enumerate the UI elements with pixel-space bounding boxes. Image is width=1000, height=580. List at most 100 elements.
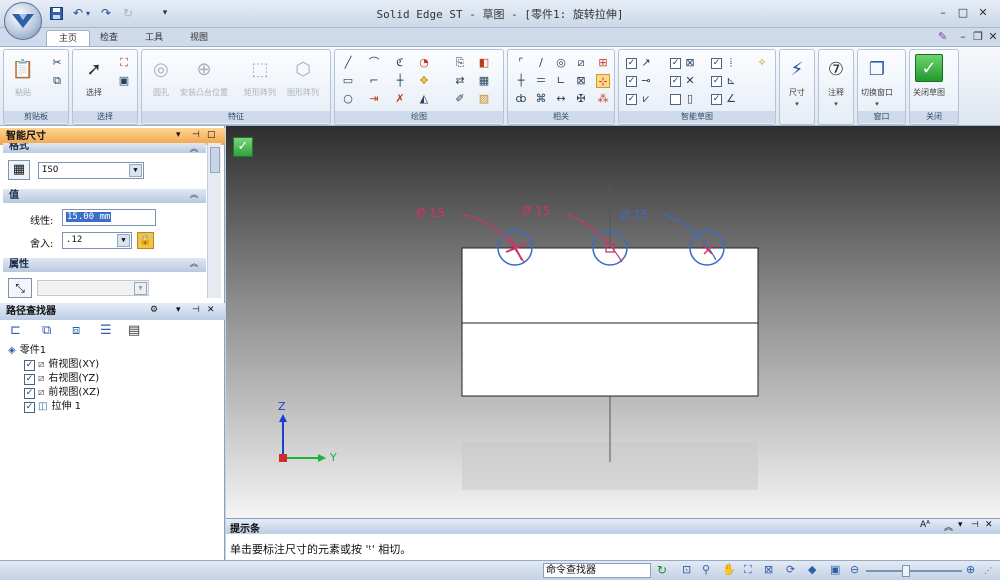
standard-dropdown-icon[interactable]: ▼ <box>129 164 142 177</box>
zoom-area-icon[interactable]: ⊡ <box>682 563 691 576</box>
switch-window-button[interactable]: ❐ 切换窗口 ▾ <box>861 56 893 109</box>
smart-checkbox-center[interactable] <box>670 94 681 105</box>
pathfinder-close-icon[interactable]: ✕ <box>207 305 215 315</box>
round-select[interactable]: .12 ▼ <box>62 232 132 249</box>
equal-icon[interactable]: ＝ <box>534 74 548 88</box>
line-icon[interactable]: ╱ <box>341 56 355 70</box>
corner-icon[interactable]: ⌐ <box>367 74 381 88</box>
dimension-button[interactable]: ⚡ 尺寸 ▾ <box>784 56 810 109</box>
dimension-property-icon[interactable]: ⤡ <box>8 278 32 298</box>
tab-tools[interactable]: 工具 <box>133 30 175 46</box>
tree-item-front-plane[interactable]: ✓ ⧄ 前视图(XZ) <box>24 386 100 400</box>
app-menu-button[interactable] <box>4 2 42 40</box>
close-window-button[interactable]: ✕ <box>975 6 991 20</box>
sketch-pen-icon[interactable]: ✐ <box>453 92 467 106</box>
offset-icon[interactable]: ⎘ <box>453 56 467 70</box>
zoom-slider-thumb[interactable] <box>902 565 910 577</box>
scrollbar-thumb[interactable] <box>210 147 220 173</box>
standard-select[interactable]: ISO ▼ <box>38 162 144 179</box>
format-section-header[interactable]: 格式 <box>3 143 206 153</box>
dimension-style-icon[interactable]: ▦ <box>8 160 30 180</box>
trim-icon[interactable]: ℭ <box>393 56 407 70</box>
linear-value-input[interactable]: 15.00 mm <box>62 209 156 226</box>
rectangle-icon[interactable]: ▭ <box>341 74 355 88</box>
rigid-icon[interactable]: ⊠ <box>574 74 588 88</box>
split-icon[interactable]: ⇥ <box>367 92 381 106</box>
copy-icon[interactable]: ⧉ <box>50 74 64 88</box>
zoom-window-icon[interactable]: ⊠ <box>764 563 773 576</box>
mirror-icon[interactable]: ⇄ <box>453 74 467 88</box>
property-dropdown-icon[interactable]: ▼ <box>134 282 147 295</box>
select-window-icon[interactable]: ▣ <box>117 74 131 88</box>
panel-float-icon[interactable]: □ <box>207 130 216 140</box>
smart-options-icon[interactable]: ✧ <box>755 56 769 70</box>
smart-checkbox-endpoint[interactable]: ✓ <box>626 58 637 69</box>
dim-label-3[interactable]: Ø 15 <box>620 208 649 222</box>
smart-checkbox-horizontal[interactable]: ✓ <box>711 76 722 87</box>
rect-pattern-button[interactable]: ⬚ 矩形阵列 <box>244 56 276 98</box>
pathfinder-sketch-icon[interactable]: ⧈ <box>72 323 80 338</box>
panel-menu-icon[interactable]: ▾ <box>176 130 181 140</box>
zoom-in-icon[interactable]: ⊕ <box>966 563 975 576</box>
prompt-menu-icon[interactable]: ▾ <box>958 520 963 530</box>
view-cube-icon[interactable]: ◆ <box>808 563 816 576</box>
circular-pattern-button[interactable]: ⬡ 图形阵列 <box>287 56 319 98</box>
command-finder-input[interactable]: 命令查找器 <box>543 563 651 578</box>
relation-handle-icon[interactable]: ⊹ <box>596 74 610 88</box>
tree-checkbox[interactable]: ✓ <box>24 373 35 385</box>
boss-placement-button[interactable]: ⊕ 安装凸台位置 <box>180 56 228 98</box>
doc-close-button[interactable]: ✕ <box>985 30 1000 44</box>
zoom-icon[interactable]: ⚲ <box>702 563 710 576</box>
parallel-icon[interactable]: ∕ <box>534 56 548 70</box>
smart-checkbox-intersection[interactable]: ✓ <box>670 76 681 87</box>
hole-button[interactable]: ◎ 圆孔 <box>148 56 174 98</box>
project-icon[interactable]: ◧ <box>477 56 491 70</box>
concentric-icon[interactable]: ◎ <box>554 56 568 70</box>
select-tool-button[interactable]: ➚ 选择 <box>81 56 107 98</box>
pathfinder-options-icon[interactable]: ⚙ <box>150 305 158 315</box>
panel-pin-icon[interactable]: ⊣ <box>192 130 200 140</box>
rotate-icon[interactable]: ⟳ <box>786 563 795 576</box>
tab-home[interactable]: 主页 <box>46 30 91 46</box>
tree-checkbox[interactable]: ✓ <box>24 359 35 371</box>
collinear-icon[interactable]: ⌘ <box>534 92 548 106</box>
pathfinder-layers-icon[interactable]: ☰ <box>100 323 112 338</box>
doc-minimize-button[interactable]: – <box>955 30 971 44</box>
smart-checkbox-midpoint[interactable]: ✓ <box>670 58 681 69</box>
dim-label-2[interactable]: Ø 15 <box>522 204 551 218</box>
panel-scrollbar[interactable] <box>207 143 221 298</box>
symmetric-icon[interactable]: ⧄ <box>574 56 588 70</box>
prompt-collapse-icon[interactable]: ︽ <box>944 520 953 533</box>
pathfinder-tree-icon[interactable]: ⊏ <box>10 323 21 338</box>
tree-item-extrude[interactable]: ✓ ◫ 拉伸 1 <box>24 400 81 414</box>
horizontal-icon[interactable]: ∟ <box>554 74 568 88</box>
perpendicular-icon[interactable]: ┼ <box>514 74 528 88</box>
move-icon[interactable]: ✥ <box>417 74 431 88</box>
pathfinder-pin-icon[interactable]: ⊣ <box>192 305 200 315</box>
minimize-button[interactable]: – <box>935 6 951 20</box>
dim-label-1[interactable]: Ø 15 <box>416 206 445 220</box>
smart-checkbox-onelement[interactable]: ✓ <box>626 76 637 87</box>
tree-root[interactable]: ◈ 零件1 <box>8 344 46 358</box>
font-size-icon[interactable]: Aᴬ <box>920 520 930 530</box>
tree-checkbox[interactable]: ✓ <box>24 387 35 399</box>
prompt-pin-icon[interactable]: ⊣ <box>971 520 979 530</box>
lock-relation-icon[interactable]: ⊞ <box>596 56 610 70</box>
cut-icon[interactable]: ✂ <box>50 56 64 70</box>
tree-checkbox[interactable]: ✓ <box>24 401 35 413</box>
round-dropdown-icon[interactable]: ▼ <box>117 234 130 247</box>
properties-section-header[interactable]: 属性 <box>3 258 206 272</box>
fix-icon[interactable]: ✠ <box>574 92 588 106</box>
table-icon[interactable]: ▦ <box>477 74 491 88</box>
smart-checkbox-angle[interactable]: ✓ <box>711 94 722 105</box>
pathfinder-display-icon[interactable]: ▤ <box>128 323 140 338</box>
fillet-icon[interactable]: ◔ <box>417 56 431 70</box>
close-sketch-button[interactable]: ✓ 关闭草图 <box>913 54 945 98</box>
select-filter-icon[interactable]: ⛶ <box>117 56 131 70</box>
format-collapse-icon[interactable]: ︽ <box>190 143 198 154</box>
help-book-icon[interactable]: ✎ <box>938 30 952 44</box>
property-select[interactable]: ▼ <box>37 280 149 296</box>
command-go-icon[interactable]: ↻ <box>657 563 667 577</box>
resize-grip-icon[interactable]: ⋰ <box>984 566 992 575</box>
extend-icon[interactable]: ┼ <box>393 74 407 88</box>
